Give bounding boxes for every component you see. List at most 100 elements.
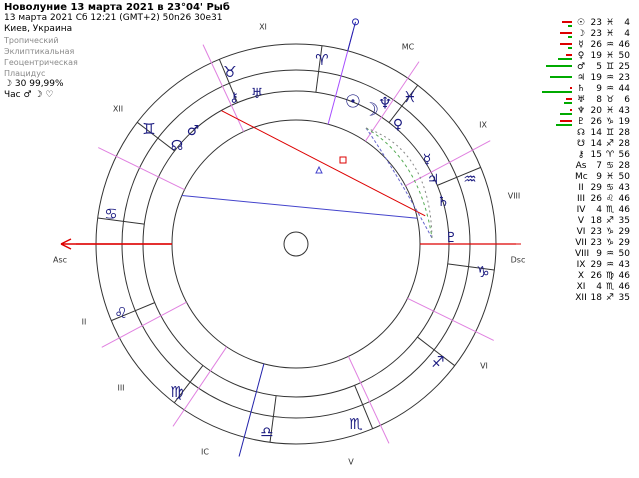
dignity-bars — [542, 140, 572, 150]
sign-symbol: ♏ — [605, 205, 615, 215]
dignity-bars — [542, 283, 572, 293]
sign-boundary — [417, 336, 435, 351]
sign-boundary — [354, 385, 364, 405]
planet-symbol: X — [577, 271, 585, 281]
planet-symbol: VIII — [575, 249, 590, 259]
position-row: VI 23 ♑ 29 — [542, 227, 637, 238]
sign-symbol: ♌ — [605, 194, 615, 204]
degree-value: 29 — [590, 183, 602, 193]
position-row: ⚷ 15 ♈ 56 — [542, 150, 637, 161]
planet-symbol: ♃ — [576, 73, 586, 83]
minute-value: 50 — [618, 172, 630, 182]
planet-symbol: XII — [575, 293, 587, 303]
aspect-line-trine — [181, 195, 418, 219]
minute-value: 46 — [618, 282, 630, 292]
minute-value: 19 — [618, 117, 630, 127]
position-row: Mc 9 ♓ 50 — [542, 172, 637, 183]
dignity-bar — [560, 113, 572, 115]
sign-boundary — [315, 71, 320, 93]
sign-symbol: ♒ — [605, 84, 615, 94]
sign-symbol: ♋ — [605, 183, 615, 193]
minute-value: 46 — [618, 271, 630, 281]
degree-value: 4 — [596, 282, 602, 292]
sign-symbol: ♐ — [605, 139, 615, 149]
minute-value: 29 — [618, 227, 630, 237]
position-row: II 29 ♋ 43 — [542, 183, 637, 194]
dignity-bars — [542, 206, 572, 216]
zodiac-sign-glyph: ♊ — [142, 120, 155, 138]
position-row: V 18 ♐ 35 — [542, 216, 637, 227]
sign-symbol: ♒ — [605, 249, 615, 259]
planet-symbol: ☊ — [577, 128, 585, 138]
degree-value: 15 — [590, 150, 602, 160]
sign-boundary — [437, 176, 457, 186]
zodiac-sign-glyph: ♈ — [315, 51, 328, 69]
planet-symbol: V — [577, 216, 585, 226]
degree-value: 19 — [590, 51, 602, 61]
planet-glyph: ♃ — [427, 172, 440, 188]
planet-glyph: ☊ — [171, 138, 183, 154]
sign-symbol: ♑ — [605, 227, 615, 237]
sign-symbol: ♊ — [605, 62, 615, 72]
dignity-bar — [542, 91, 572, 93]
sign-symbol: ♑ — [605, 117, 615, 127]
sign-symbol: ♋ — [605, 161, 615, 171]
sign-boundary — [123, 220, 145, 225]
sign-symbol: ♉ — [605, 95, 615, 105]
planet-symbol: Mc — [575, 172, 588, 182]
dignity-bar — [546, 65, 572, 67]
planet-symbol: ☽ — [576, 29, 586, 39]
position-row: XII 18 ♐ 35 — [542, 293, 637, 304]
dignity-bars — [542, 107, 572, 117]
planet-symbol: ♅ — [576, 95, 586, 105]
planet-symbol: VII — [575, 238, 587, 248]
sign-symbol: ♓ — [605, 106, 615, 116]
degree-value: 20 — [590, 106, 602, 116]
asc-label: Asc — [53, 256, 67, 265]
house-number-label: VIII — [508, 192, 521, 201]
zodiac-sign-glyph: ♏ — [349, 415, 363, 433]
dignity-bar — [566, 98, 572, 100]
inner-ring — [171, 119, 421, 369]
sign-symbol: ♈ — [605, 150, 615, 160]
zodiac-sign-glyph: ♌ — [114, 304, 127, 322]
sign-symbol: ♓ — [605, 172, 615, 182]
dignity-bars — [542, 261, 572, 271]
dignity-bars — [542, 250, 572, 260]
aspect-marker-trine — [315, 165, 323, 174]
planet-symbol: ♄ — [576, 84, 586, 94]
dignity-bar — [562, 21, 572, 23]
dignity-bars — [542, 239, 572, 249]
dignity-bars — [542, 19, 572, 29]
sign-symbol: ♓ — [605, 51, 615, 61]
position-row: VIII 9 ♒ 50 — [542, 249, 637, 260]
dignity-bars — [542, 162, 572, 172]
degree-value: 23 — [590, 29, 602, 39]
dignity-bars — [542, 74, 572, 84]
center-circle — [283, 231, 309, 257]
dignity-bars — [542, 63, 572, 73]
aspect-marker-square — [339, 156, 347, 164]
dignity-bar — [556, 124, 572, 126]
position-row: ☿ 26 ♒ 46 — [542, 40, 637, 51]
planet-symbol: VI — [576, 227, 586, 237]
minute-value: 46 — [618, 194, 630, 204]
position-row: As 7 ♋ 28 — [542, 161, 637, 172]
position-row: ♃ 19 ♒ 23 — [542, 73, 637, 84]
dignity-bars — [542, 52, 572, 62]
zodiac-ring — [121, 69, 471, 419]
degree-value: 7 — [596, 161, 602, 171]
position-row: ♂ 5 ♊ 25 — [542, 62, 637, 73]
positions-table: ☉ 23 ♓ 4 ☽ 23 ♓ 4 ☿ 26 ♒ 46 ♀ 19 ♓ 50 ♂ 5 ♊ 25 ♃ 19 ♒ 23 ♄ 9 ♒ 44 ♅ 8… — [542, 18, 637, 304]
dignity-bar — [560, 120, 572, 122]
house-cusp-line — [405, 140, 491, 187]
dignity-bar — [568, 36, 572, 38]
degree-value: 9 — [596, 172, 602, 182]
sign-symbol: ♑ — [605, 238, 615, 248]
degree-value: 26 — [590, 117, 602, 127]
house-number-label: VI — [480, 362, 488, 371]
position-row: III 26 ♌ 46 — [542, 194, 637, 205]
planet-symbol: ♀ — [577, 51, 585, 61]
degree-value: 5 — [596, 62, 602, 72]
degree-value: 18 — [590, 216, 602, 226]
